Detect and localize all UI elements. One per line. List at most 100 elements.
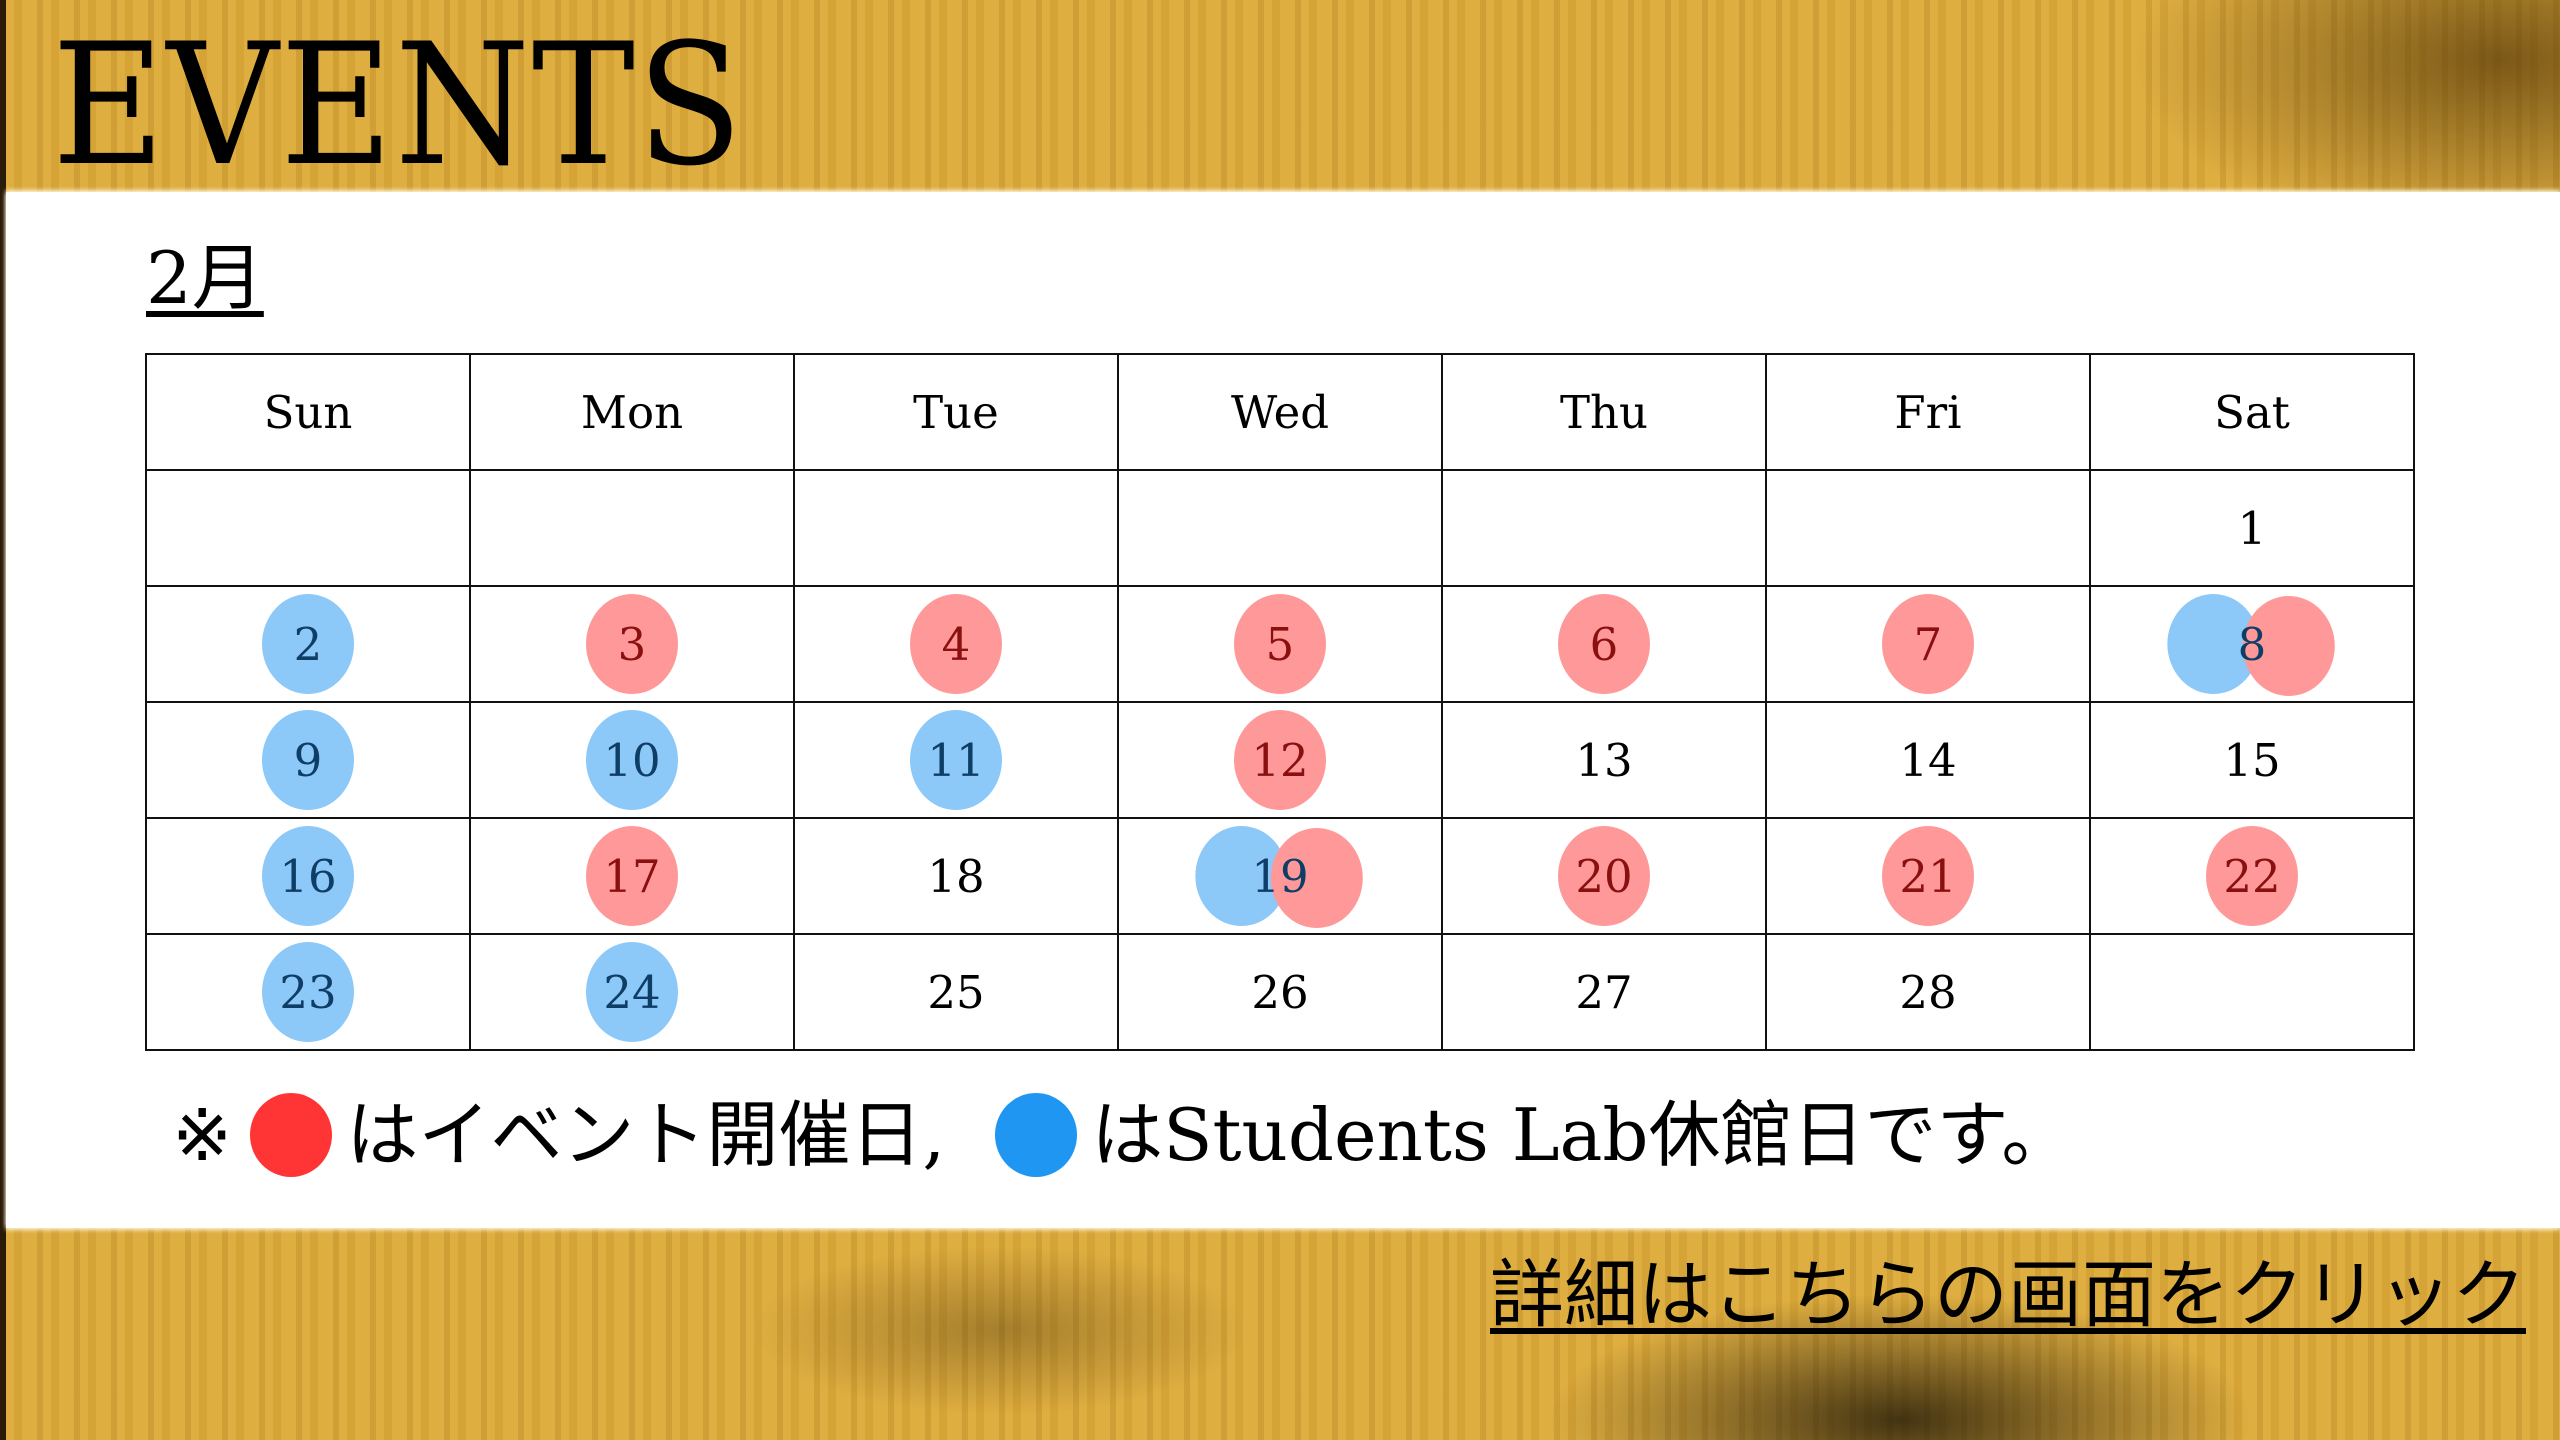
day-cell: 25 (793, 933, 1119, 1051)
day-number: 11 (927, 733, 985, 787)
day-cell: 4 (793, 585, 1119, 703)
day-number: 18 (927, 849, 985, 903)
day-cell: 13 (1441, 701, 1767, 819)
day-content: 7 (1767, 587, 2089, 701)
day-number: 8 (2237, 617, 2267, 671)
day-content: 3 (471, 587, 793, 701)
day-number: 12 (1251, 733, 1309, 787)
day-cell: 8 (2089, 585, 2415, 703)
day-cell: 2 (145, 585, 471, 703)
day-content: 10 (471, 703, 793, 817)
legend-note-mark: ※ (172, 1093, 233, 1177)
day-number: 23 (279, 965, 337, 1019)
weekday-sun: Sun (145, 353, 471, 471)
day-content: 6 (1443, 587, 1765, 701)
day-content (147, 471, 469, 585)
day-cell: 12 (1117, 701, 1443, 819)
month-label: 2月 (146, 236, 264, 320)
empty-day-cell (145, 469, 471, 587)
day-cell: 14 (1765, 701, 2091, 819)
day-number: 20 (1575, 849, 1633, 903)
calendar-table: Sun Mon Tue Wed Thu Fri Sat 1 2 3 4 5 6 7 8 9 10 1… (145, 353, 2415, 1051)
day-cell: 6 (1441, 585, 1767, 703)
day-number: 21 (1899, 849, 1957, 903)
day-content: 9 (147, 703, 469, 817)
day-number: 9 (293, 733, 323, 787)
day-cell: 11 (793, 701, 1119, 819)
closed-dot-icon (995, 1093, 1078, 1177)
event-dot-icon (250, 1093, 333, 1177)
day-content: 24 (471, 935, 793, 1049)
day-content: 14 (1767, 703, 2089, 817)
legend: ※ はイベント開催日, はStudents Lab休館日です。 (172, 1090, 2073, 1180)
day-number: 2 (293, 617, 323, 671)
day-number: 3 (617, 617, 647, 671)
day-number: 6 (1589, 617, 1619, 671)
day-number: 19 (1251, 849, 1309, 903)
day-cell: 23 (145, 933, 471, 1051)
day-number: 13 (1575, 733, 1633, 787)
day-content (471, 471, 793, 585)
day-cell: 21 (1765, 817, 2091, 935)
details-link[interactable]: 詳細はこちらの画面をクリック (1490, 1250, 2526, 1340)
week-row: 1 (145, 469, 2415, 587)
day-content (795, 471, 1117, 585)
weekday-wed: Wed (1117, 353, 1443, 471)
day-content: 25 (795, 935, 1117, 1049)
empty-day-cell (1117, 469, 1443, 587)
day-number: 22 (2223, 849, 2281, 903)
day-content (1767, 471, 2089, 585)
day-number: 27 (1575, 965, 1633, 1019)
day-number: 7 (1913, 617, 1943, 671)
empty-day-cell (793, 469, 1119, 587)
day-content: 19 (1119, 819, 1441, 933)
empty-day-cell (469, 469, 795, 587)
day-content: 13 (1443, 703, 1765, 817)
day-cell: 3 (469, 585, 795, 703)
day-cell: 7 (1765, 585, 2091, 703)
day-content: 15 (2091, 703, 2413, 817)
day-cell: 5 (1117, 585, 1443, 703)
day-content: 22 (2091, 819, 2413, 933)
day-number: 14 (1899, 733, 1957, 787)
week-row: 23 24 25 26 27 28 (145, 933, 2415, 1051)
day-number: 10 (603, 733, 661, 787)
day-content: 5 (1119, 587, 1441, 701)
day-cell: 26 (1117, 933, 1443, 1051)
weekday-tue: Tue (793, 353, 1119, 471)
day-cell: 17 (469, 817, 795, 935)
weekday-header-row: Sun Mon Tue Wed Thu Fri Sat (145, 353, 2415, 471)
day-content: 12 (1119, 703, 1441, 817)
day-content: 18 (795, 819, 1117, 933)
day-content (2091, 935, 2413, 1049)
weekday-sat: Sat (2089, 353, 2415, 471)
day-number: 1 (2237, 501, 2267, 555)
day-number: 4 (941, 617, 971, 671)
day-cell: 15 (2089, 701, 2415, 819)
day-cell: 22 (2089, 817, 2415, 935)
day-content: 27 (1443, 935, 1765, 1049)
day-cell: 19 (1117, 817, 1443, 935)
legend-event-text: はイベント開催日, (346, 1093, 946, 1177)
day-number: 5 (1265, 617, 1295, 671)
day-number: 16 (279, 849, 337, 903)
weekday-mon: Mon (469, 353, 795, 471)
day-cell: 28 (1765, 933, 2091, 1051)
day-content: 17 (471, 819, 793, 933)
week-row: 16 17 18 19 20 21 22 (145, 817, 2415, 935)
day-number: 26 (1251, 965, 1309, 1019)
day-cell: 24 (469, 933, 795, 1051)
day-content: 11 (795, 703, 1117, 817)
day-number: 28 (1899, 965, 1957, 1019)
day-number: 15 (2223, 733, 2281, 787)
empty-day-cell (1765, 469, 2091, 587)
empty-day-cell (2089, 933, 2415, 1051)
weekday-fri: Fri (1765, 353, 2091, 471)
empty-day-cell (1441, 469, 1767, 587)
day-content: 1 (2091, 471, 2413, 585)
day-content: 2 (147, 587, 469, 701)
day-cell: 10 (469, 701, 795, 819)
day-number: 24 (603, 965, 661, 1019)
day-content: 26 (1119, 935, 1441, 1049)
week-row: 2 3 4 5 6 7 8 (145, 585, 2415, 703)
